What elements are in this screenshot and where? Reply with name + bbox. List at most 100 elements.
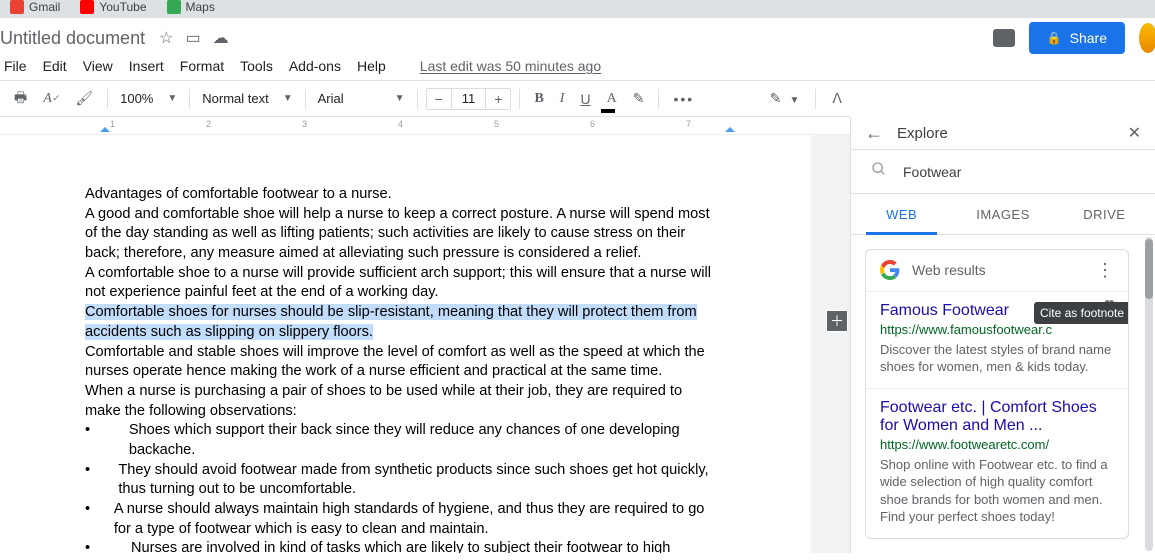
bullet-text[interactable]: They should avoid footwear made from syn… bbox=[118, 461, 721, 500]
document-titlebar: Untitled document ☆ ▭ ☁ 🔒 Share bbox=[0, 18, 1155, 54]
menu-format[interactable]: Format bbox=[180, 58, 224, 74]
comments-icon[interactable] bbox=[993, 29, 1015, 47]
result-url[interactable]: https://www.footwearetc.com/ bbox=[880, 437, 1114, 452]
result-title[interactable]: Footwear etc. | Comfort Shoes for Women … bbox=[880, 399, 1114, 435]
menu-tools[interactable]: Tools bbox=[240, 58, 273, 74]
ruler-mark: 7 bbox=[686, 119, 691, 129]
paint-format-icon[interactable]: 🖌 bbox=[69, 86, 99, 111]
star-icon[interactable]: ☆ bbox=[159, 28, 173, 48]
menu-help[interactable]: Help bbox=[357, 58, 386, 74]
back-arrow-icon[interactable]: ← bbox=[865, 123, 883, 144]
share-button[interactable]: 🔒 Share bbox=[1029, 22, 1125, 54]
doc-paragraph[interactable]: When a nurse is purchasing a pair of sho… bbox=[85, 382, 721, 421]
paragraph-style-select[interactable]: Normal text ▼ bbox=[198, 91, 296, 106]
search-result: Footwear etc. | Comfort Shoes for Women … bbox=[866, 388, 1128, 538]
close-icon[interactable]: ✕ bbox=[1128, 123, 1141, 143]
document-page[interactable]: Advantages of comfortable footwear to a … bbox=[0, 135, 811, 553]
maps-icon bbox=[167, 0, 181, 14]
menu-view[interactable]: View bbox=[83, 58, 113, 74]
italic-button[interactable]: I bbox=[554, 87, 571, 111]
share-label: Share bbox=[1070, 30, 1107, 46]
document-scroll-area[interactable]: Advantages of comfortable footwear to a … bbox=[0, 135, 850, 553]
search-result: ❞ Cite as footnote Famous Footwear https… bbox=[866, 291, 1128, 388]
doc-paragraph[interactable]: A comfortable shoe to a nurse will provi… bbox=[85, 264, 721, 303]
tab-web[interactable]: WEB bbox=[851, 194, 952, 233]
paragraph-style-value: Normal text bbox=[202, 91, 268, 106]
menu-addons[interactable]: Add-ons bbox=[289, 58, 341, 74]
bookmark-label: Gmail bbox=[29, 0, 60, 14]
bookmark-label: Maps bbox=[186, 0, 215, 14]
result-url[interactable]: https://www.famousfootwear.c bbox=[880, 322, 1114, 337]
cloud-status-icon[interactable]: ☁ bbox=[213, 28, 229, 48]
chevron-down-icon: ▼ bbox=[283, 93, 293, 104]
ruler-mark: 6 bbox=[590, 119, 595, 129]
menu-bar: File Edit View Insert Format Tools Add-o… bbox=[0, 54, 1155, 80]
explore-body: Web results ⋮ ❞ Cite as footnote Famous … bbox=[851, 235, 1155, 553]
print-icon[interactable]: 🖶 bbox=[8, 83, 33, 115]
add-comment-chip[interactable]: ＋ bbox=[826, 310, 848, 332]
explore-title: Explore bbox=[897, 125, 948, 142]
underline-button[interactable]: U bbox=[574, 87, 596, 111]
doc-bullet[interactable]: •They should avoid footwear made from sy… bbox=[85, 461, 721, 500]
document-name[interactable]: Untitled document bbox=[0, 28, 155, 49]
tab-images[interactable]: IMAGES bbox=[952, 194, 1053, 233]
document-panel: 1 2 3 4 5 6 7 Advantages of comfortable … bbox=[0, 117, 850, 553]
doc-paragraph[interactable]: Comfortable shoes for nurses should be s… bbox=[85, 303, 721, 342]
spellcheck-icon[interactable]: A✓ bbox=[37, 87, 65, 111]
horizontal-ruler[interactable]: 1 2 3 4 5 6 7 bbox=[0, 117, 850, 135]
web-results-header: Web results ⋮ bbox=[866, 250, 1128, 291]
collapse-toolbar-icon[interactable]: ꓥ bbox=[832, 90, 842, 107]
web-results-heading: Web results bbox=[912, 262, 1084, 278]
more-tools-button[interactable]: ••• bbox=[667, 87, 700, 111]
indent-right-marker[interactable] bbox=[725, 122, 735, 132]
bookmark-maps[interactable]: Maps bbox=[167, 0, 215, 14]
menu-file[interactable]: File bbox=[4, 58, 27, 74]
ruler-mark: 2 bbox=[206, 119, 211, 129]
doc-bullet[interactable]: •Shoes which support their back since th… bbox=[85, 421, 721, 460]
font-size-decrease[interactable]: − bbox=[427, 89, 452, 109]
text-color-button[interactable]: A bbox=[601, 87, 623, 111]
explore-results: Web results ⋮ ❞ Cite as footnote Famous … bbox=[851, 235, 1155, 553]
menu-insert[interactable]: Insert bbox=[129, 58, 164, 74]
zoom-select[interactable]: 100% ▼ bbox=[116, 91, 181, 106]
editing-mode-button[interactable]: ✎▼ bbox=[770, 90, 800, 107]
menu-edit[interactable]: Edit bbox=[43, 58, 67, 74]
scrollbar-thumb[interactable] bbox=[1145, 239, 1153, 299]
doc-paragraph[interactable]: Advantages of comfortable footwear to a … bbox=[85, 185, 721, 205]
explore-panel: ← Explore ✕ WEB IMAGES DRIVE W bbox=[850, 117, 1155, 553]
more-options-icon[interactable]: ⋮ bbox=[1096, 260, 1114, 281]
bullet-text[interactable]: A nurse should always maintain high stan… bbox=[114, 500, 721, 539]
explore-header: ← Explore ✕ bbox=[851, 117, 1155, 150]
tab-drive[interactable]: DRIVE bbox=[1054, 194, 1155, 233]
font-size-increase[interactable]: + bbox=[485, 89, 510, 109]
chevron-down-icon: ▼ bbox=[395, 93, 405, 104]
move-icon[interactable]: ▭ bbox=[185, 28, 200, 48]
doc-paragraph[interactable]: Comfortable and stable shoes will improv… bbox=[85, 343, 721, 382]
doc-paragraph[interactable]: A good and comfortable shoe will help a … bbox=[85, 205, 721, 264]
explore-scrollbar[interactable] bbox=[1145, 237, 1153, 551]
result-description: Shop online with Footwear etc. to find a… bbox=[880, 456, 1114, 526]
title-icon-group: ☆ ▭ ☁ bbox=[159, 28, 228, 48]
explore-search-row bbox=[851, 150, 1155, 194]
workspace: 1 2 3 4 5 6 7 Advantages of comfortable … bbox=[0, 117, 1155, 553]
ruler-mark: 5 bbox=[494, 119, 499, 129]
doc-bullet[interactable]: •A nurse should always maintain high sta… bbox=[85, 500, 721, 539]
doc-bullet[interactable]: •Nurses are involved in kind of tasks wh… bbox=[85, 539, 721, 553]
font-size-stepper: − 11 + bbox=[426, 88, 512, 110]
font-select[interactable]: Arial ▼ bbox=[314, 91, 409, 106]
explore-tabs: WEB IMAGES DRIVE bbox=[851, 194, 1155, 234]
account-avatar[interactable] bbox=[1139, 23, 1155, 53]
bookmark-label: YouTube bbox=[99, 0, 146, 14]
font-size-value[interactable]: 11 bbox=[452, 89, 486, 108]
selected-text[interactable]: Comfortable shoes for nurses should be s… bbox=[85, 304, 697, 340]
explore-search-input[interactable] bbox=[901, 163, 1135, 181]
highlight-color-button[interactable]: ✎ bbox=[627, 86, 651, 111]
bullet-text[interactable]: Nurses are involved in kind of tasks whi… bbox=[131, 539, 670, 553]
bookmark-gmail[interactable]: Gmail bbox=[10, 0, 60, 14]
last-edit-link[interactable]: Last edit was 50 minutes ago bbox=[420, 58, 601, 74]
bold-button[interactable]: B bbox=[528, 87, 549, 111]
indent-left-marker[interactable] bbox=[100, 122, 110, 132]
result-description: Discover the latest styles of brand name… bbox=[880, 341, 1114, 376]
bullet-text[interactable]: Shoes which support their back since the… bbox=[129, 421, 721, 460]
bookmark-youtube[interactable]: YouTube bbox=[80, 0, 146, 14]
